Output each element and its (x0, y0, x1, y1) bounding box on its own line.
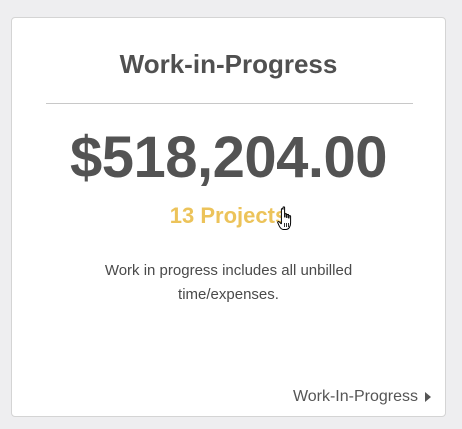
work-in-progress-link[interactable]: Work-In-Progress (293, 388, 431, 406)
wip-amount: $518,204.00 (69, 125, 388, 190)
wip-description: Work in progress includes all unbilled t… (104, 262, 353, 303)
work-in-progress-link-label[interactable]: Work-In-Progress (293, 388, 418, 406)
hand-pointer-icon (277, 206, 292, 230)
card-title: Work-in-Progress (119, 49, 338, 79)
projects-count-link[interactable]: 13 Projects (12, 203, 445, 229)
wip-card: Work-in-Progress $518,204.00 13 Projects… (11, 17, 446, 417)
projects-count-label[interactable]: 13 Projects (170, 203, 287, 228)
title-divider (46, 103, 413, 104)
caret-right-icon (425, 392, 431, 402)
